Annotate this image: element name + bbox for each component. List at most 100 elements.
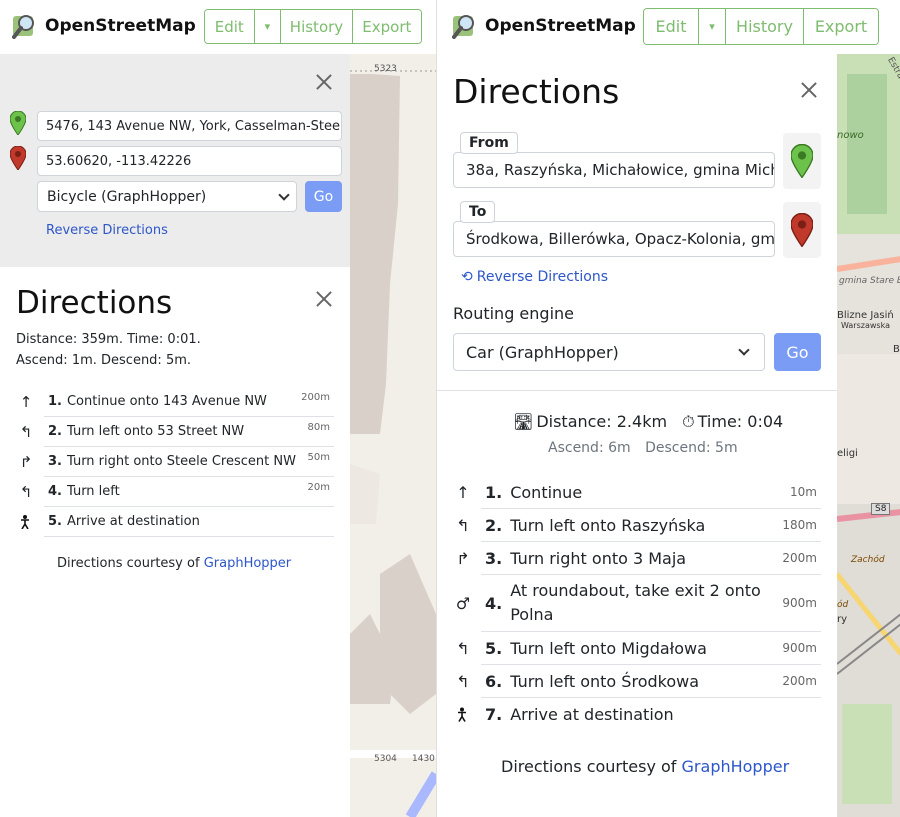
map-label: Blizne Jasiń [837, 310, 894, 321]
attribution: Directions courtesy of GraphHopper [501, 757, 789, 776]
step-row[interactable]: ↱ 3. Turn right onto Steele Crescent NW … [20, 447, 334, 477]
edit-button[interactable]: Edit [644, 9, 699, 44]
close-directions-icon[interactable] [799, 80, 819, 100]
chevron-down-icon [278, 188, 290, 201]
step-number: 1. [485, 482, 503, 502]
directions-steps: ↑ 1. Continue onto 143 Avenue NW 200m ↰ … [16, 387, 334, 537]
step-distance: 200m [782, 551, 817, 565]
step-number: 5. [485, 638, 503, 658]
osm-logo-icon[interactable] [451, 12, 479, 40]
destination-icon [21, 515, 29, 529]
step-row[interactable]: ↑ 1. Continue onto 143 Avenue NW 200m [20, 387, 334, 417]
time-value: Time: 0:04 [697, 412, 784, 431]
graphhopper-link[interactable]: GraphHopper [204, 556, 291, 571]
edit-dropdown-button[interactable]: ▾ [699, 9, 726, 44]
step-row[interactable]: ↰ 6. Turn left onto Środkowa 200m [456, 665, 821, 698]
routing-engine-value: Bicycle (GraphHopper) [47, 188, 207, 205]
map-label: 1430 [412, 754, 435, 764]
step-distance: 900m [782, 596, 817, 610]
turn-right-icon: ↱ [19, 452, 33, 471]
step-distance: 80m [307, 422, 330, 433]
map-label: 5323 [374, 64, 397, 74]
step-number: 3. [48, 454, 62, 469]
attribution-text: Directions courtesy of [57, 556, 204, 571]
map-label: Zachód [851, 555, 885, 565]
map-label: B [893, 344, 900, 355]
history-button[interactable]: History [726, 9, 804, 44]
route-elevation: Ascend: 1m. Descend: 5m. [16, 353, 192, 368]
map-view[interactable]: 5323 5304 1430 [350, 54, 436, 817]
osm-logo-icon[interactable] [11, 12, 39, 40]
map-label: nowo [837, 130, 864, 141]
history-button[interactable]: History [281, 10, 353, 43]
left-screenshot: 5323 5304 1430 OpenStreetMap Edit ▾ Hist… [0, 0, 436, 817]
routing-engine-select[interactable]: Bicycle (GraphHopper) [37, 181, 297, 212]
step-text: Turn left onto Środkowa [510, 671, 700, 691]
turn-left-icon: ↰ [456, 638, 470, 658]
close-directions-icon[interactable] [314, 289, 334, 309]
to-input[interactable]: 53.60620, -113.42226 [37, 146, 342, 176]
directions-steps: ↑ 1. Continue 10m ↰ 2. Turn left onto Ra… [453, 476, 821, 731]
step-distance: 200m [301, 392, 330, 403]
step-distance: 50m [307, 452, 330, 463]
step-number: 2. [485, 515, 503, 535]
step-row[interactable]: ↰ 5. Turn left onto Migdałowa 900m [456, 632, 821, 665]
start-pin-button[interactable] [783, 133, 821, 189]
step-row[interactable]: ↰ 2. Turn left onto Raszyńska 180m [456, 509, 821, 542]
map-label: ód [837, 600, 849, 610]
end-pin-icon [791, 213, 813, 247]
destination-icon [458, 707, 466, 722]
map-label: S8 [871, 503, 891, 515]
reverse-directions-link[interactable]: ⟲ Reverse Directions [461, 269, 608, 285]
go-button[interactable]: Go [774, 333, 821, 371]
reverse-directions-link[interactable]: Reverse Directions [46, 223, 168, 238]
from-label: From [460, 132, 518, 154]
edit-dropdown-button[interactable]: ▾ [254, 10, 282, 43]
step-row[interactable]: 5. Arrive at destination [21, 507, 334, 537]
header: OpenStreetMap Edit ▾ History Export [437, 0, 900, 54]
turn-left-icon: ↰ [19, 482, 33, 501]
export-button[interactable]: Export [352, 10, 421, 43]
step-text: Continue [510, 482, 583, 502]
end-pin-button[interactable] [783, 202, 821, 258]
step-number: 4. [48, 484, 62, 499]
to-input[interactable]: Środkowa, Billerówka, Opacz-Kolonia, gmi… [453, 221, 775, 257]
step-text: Arrive at destination [66, 514, 200, 529]
close-form-icon[interactable] [314, 72, 334, 92]
graphhopper-link[interactable]: GraphHopper [682, 757, 790, 776]
route-summary: 🛣 Distance: 2.4km ⏱ Time: 0:04 [513, 412, 783, 432]
step-text: At roundabout, take exit 2 onto Polna [510, 579, 761, 627]
distance-value: Distance: 2.4km [536, 412, 668, 431]
go-button[interactable]: Go [305, 181, 342, 212]
map-view[interactable]: Estrady nowo gmina Stare B Blizne Jasiń … [837, 54, 900, 817]
step-text: Turn left onto Migdałowa [510, 638, 707, 658]
routing-engine-select[interactable]: Car (GraphHopper) [453, 333, 765, 371]
step-row[interactable]: ↱ 3. Turn right onto 3 Maja 200m [456, 542, 821, 575]
step-row[interactable]: ♂ 4. At roundabout, take exit 2 onto Pol… [456, 575, 821, 632]
export-button[interactable]: Export [804, 9, 878, 44]
turn-left-icon: ↰ [456, 515, 470, 535]
step-row[interactable]: ↑ 1. Continue 10m [456, 476, 821, 509]
from-input[interactable]: 5476, 143 Avenue NW, York, Casselman-Ste… [37, 111, 342, 141]
step-text: Continue onto 143 Avenue NW [66, 394, 267, 409]
brand-name[interactable]: OpenStreetMap [45, 16, 196, 36]
from-input[interactable]: 38a, Raszyńska, Michałowice, gmina Micha… [453, 152, 775, 188]
reverse-icon: ⟲ [461, 269, 473, 285]
step-distance: 10m [790, 485, 817, 499]
step-text: Arrive at destination [510, 705, 674, 724]
step-row[interactable]: ↰ 4. Turn left 20m [20, 477, 334, 507]
start-pin-icon [10, 111, 26, 135]
step-number: 1. [48, 394, 62, 409]
turn-left-icon: ↰ [456, 671, 470, 691]
route-elevation: Ascend: 6m Descend: 5m [548, 440, 738, 456]
step-text: Turn right onto 3 Maja [510, 548, 687, 568]
right-screenshot: Estrady nowo gmina Stare B Blizne Jasiń … [436, 0, 900, 817]
step-row[interactable]: 7. Arrive at destination [458, 698, 821, 731]
edit-button[interactable]: Edit [205, 10, 255, 43]
brand-name[interactable]: OpenStreetMap [485, 16, 636, 36]
routing-engine-label: Routing engine [453, 304, 574, 323]
step-text-line1: At roundabout, take exit 2 onto [510, 581, 761, 600]
arrow-up-icon: ↑ [19, 392, 33, 411]
header: OpenStreetMap Edit ▾ History Export [0, 0, 436, 54]
step-row[interactable]: ↰ 2. Turn left onto 53 Street NW 80m [20, 417, 334, 447]
